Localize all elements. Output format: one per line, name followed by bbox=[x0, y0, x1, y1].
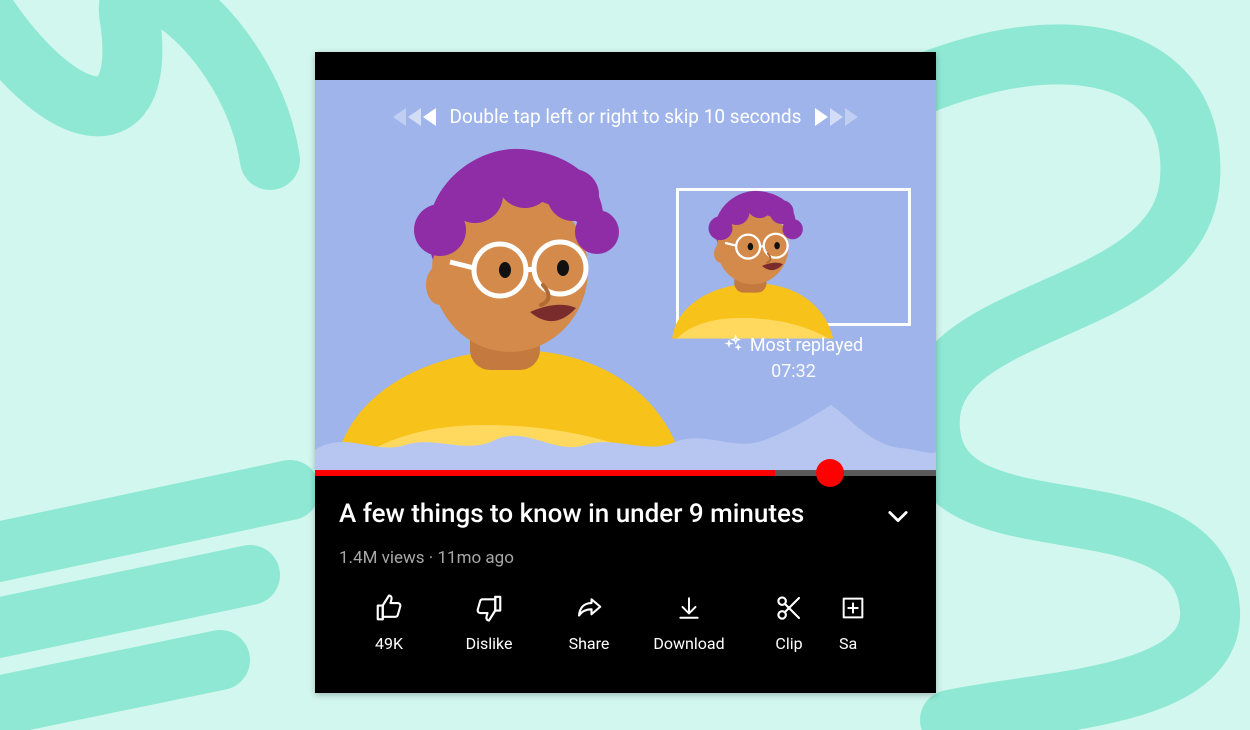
most-replayed-time: 07:32 bbox=[676, 359, 911, 385]
clip-button[interactable]: Clip bbox=[739, 592, 839, 653]
rewind-icon bbox=[393, 108, 436, 126]
chevron-down-icon bbox=[884, 502, 912, 530]
most-replayed-label: Most replayed 07:32 bbox=[676, 333, 911, 385]
progress-filled bbox=[315, 470, 775, 476]
video-title: A few things to know in under 9 minutes bbox=[339, 498, 804, 531]
thumbs-up-icon bbox=[374, 592, 404, 624]
seek-preview-thumbnail bbox=[676, 188, 911, 326]
share-button[interactable]: Share bbox=[539, 592, 639, 653]
like-button[interactable]: 49K bbox=[339, 592, 439, 653]
share-icon bbox=[573, 592, 605, 624]
share-label: Share bbox=[569, 634, 610, 653]
replay-heatmap bbox=[315, 400, 936, 470]
scissors-icon bbox=[774, 592, 804, 624]
video-watch-card: Double tap left or right to skip 10 seco… bbox=[315, 52, 936, 693]
save-label: Sa bbox=[839, 634, 857, 653]
download-icon bbox=[676, 592, 702, 624]
save-icon bbox=[839, 592, 867, 624]
download-label: Download bbox=[653, 634, 724, 653]
most-replayed-text: Most replayed bbox=[750, 335, 863, 356]
thumbs-down-icon bbox=[474, 592, 504, 624]
letterbox-top bbox=[315, 52, 936, 80]
video-player[interactable]: Double tap left or right to skip 10 seco… bbox=[315, 80, 936, 470]
expand-description-button[interactable] bbox=[884, 502, 912, 534]
download-button[interactable]: Download bbox=[639, 592, 739, 653]
view-count: 1.4M views bbox=[339, 548, 425, 568]
preview-illustration bbox=[663, 187, 838, 339]
save-button[interactable]: Sa bbox=[839, 592, 899, 653]
skip-hint-overlay: Double tap left or right to skip 10 seco… bbox=[315, 105, 936, 128]
clip-label: Clip bbox=[775, 634, 802, 653]
sparkle-icon bbox=[724, 333, 744, 353]
dislike-button[interactable]: Dislike bbox=[439, 592, 539, 653]
video-meta: A few things to know in under 9 minutes … bbox=[315, 476, 936, 578]
action-bar: 49K Dislike Share Do bbox=[315, 578, 936, 653]
fast-forward-icon bbox=[815, 108, 858, 126]
dislike-label: Dislike bbox=[466, 634, 513, 653]
progress-handle[interactable] bbox=[816, 459, 844, 487]
upload-age: 11mo ago bbox=[437, 548, 513, 568]
progress-bar[interactable] bbox=[315, 470, 936, 476]
skip-hint-text: Double tap left or right to skip 10 seco… bbox=[450, 105, 802, 128]
like-count: 49K bbox=[375, 634, 403, 653]
video-stats: 1.4M views · 11mo ago bbox=[339, 548, 912, 568]
